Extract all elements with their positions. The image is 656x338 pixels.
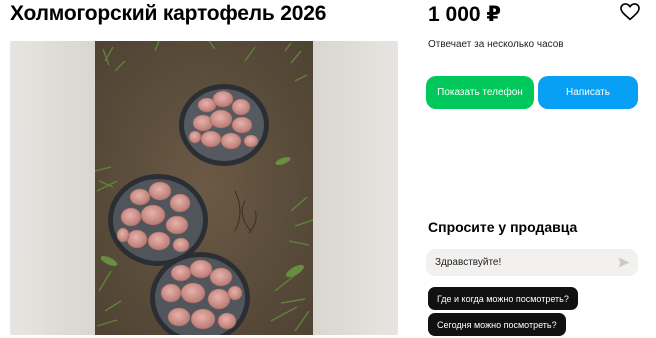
seller-response-time: Отвечает за несколько часов — [428, 39, 564, 50]
photo-gallery[interactable] — [10, 41, 398, 335]
message-input-value: Здравствуйте! — [435, 257, 502, 268]
ask-seller-heading: Спросите у продавца — [428, 219, 578, 235]
write-message-button[interactable]: Написать — [538, 76, 638, 109]
listing-photo[interactable] — [95, 41, 313, 335]
listing-title: Холмогорский картофель 2026 — [10, 2, 327, 25]
send-icon[interactable] — [618, 257, 630, 268]
gallery-blur-left — [10, 41, 95, 335]
heart-icon[interactable] — [620, 3, 640, 21]
message-input[interactable]: Здравствуйте! — [426, 249, 638, 276]
gallery-blur-right — [313, 41, 398, 335]
show-phone-button[interactable]: Показать телефон — [426, 76, 534, 109]
suggestion-chip[interactable]: Сегодня можно посмотреть? — [428, 313, 566, 336]
price: 1 000 ₽ — [428, 3, 501, 26]
suggestion-chip[interactable]: Где и когда можно посмотреть? — [428, 287, 578, 310]
